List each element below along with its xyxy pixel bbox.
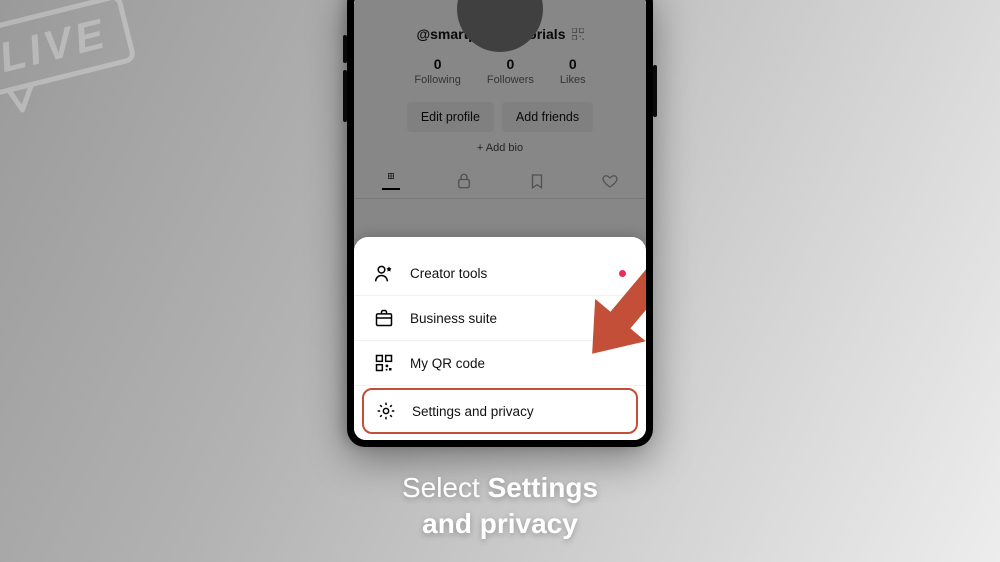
power-button bbox=[653, 65, 657, 117]
caption-prefix: Select bbox=[402, 472, 488, 503]
menu-label: Settings and privacy bbox=[412, 404, 534, 419]
caption-bold2: and privacy bbox=[422, 508, 578, 539]
phone-frame: @smartphonetutorials 0Following 0Followe… bbox=[347, 0, 653, 447]
volume-button bbox=[343, 35, 347, 63]
volume-button bbox=[343, 70, 347, 122]
live-watermark: LIVE bbox=[0, 0, 146, 132]
instruction-caption: Select Settings and privacy bbox=[0, 470, 1000, 543]
gear-icon bbox=[376, 401, 396, 421]
phone-screen: @smartphonetutorials 0Following 0Followe… bbox=[354, 0, 646, 440]
qr-code-icon bbox=[374, 353, 394, 373]
menu-label: Creator tools bbox=[410, 266, 487, 281]
creator-tools-icon bbox=[374, 263, 394, 283]
caption-bold1: Settings bbox=[488, 472, 598, 503]
business-suite-icon bbox=[374, 308, 394, 328]
menu-label: My QR code bbox=[410, 356, 485, 371]
menu-label: Business suite bbox=[410, 311, 497, 326]
menu-settings-privacy[interactable]: Settings and privacy bbox=[362, 388, 638, 434]
live-label: LIVE bbox=[0, 0, 137, 98]
